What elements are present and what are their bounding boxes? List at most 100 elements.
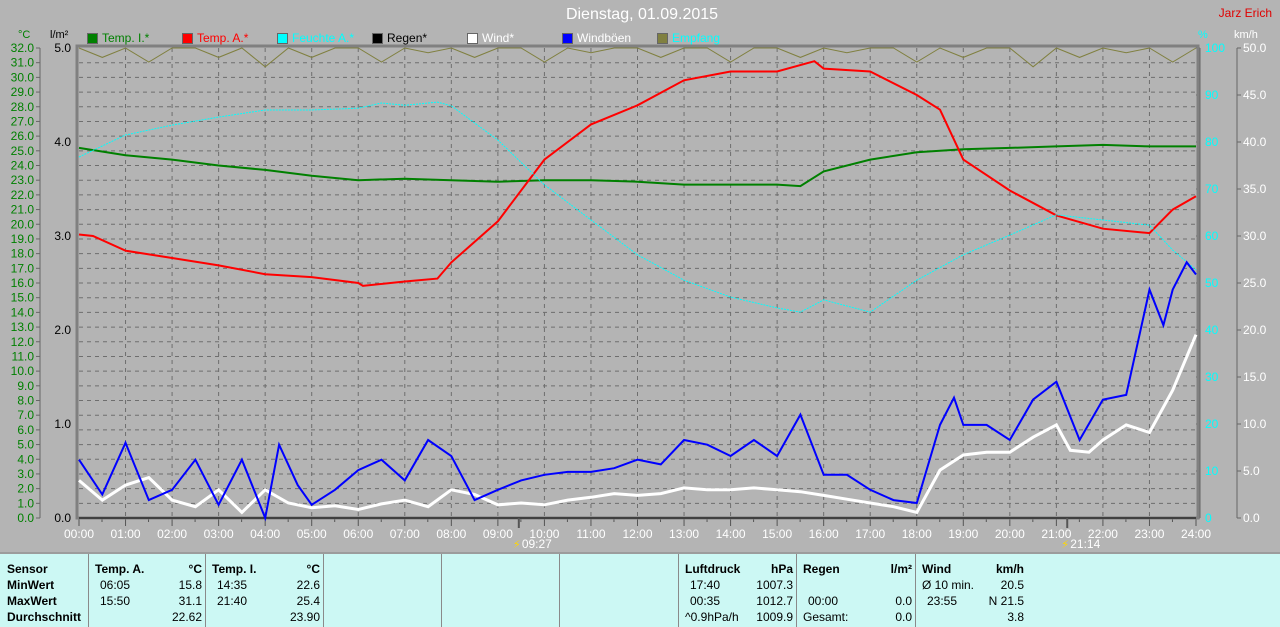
weather-chart: 00:00 01:00 02:00 03:00 04:00 05:00 06:00 07:00… <box>11 29 1267 551</box>
wind-tick-label: 20.0 <box>1243 323 1267 337</box>
rain-total-label: Gesamt: <box>803 610 849 624</box>
x-tick-label: 11:00 <box>576 527 605 541</box>
x-tick-label: 08:00 <box>436 527 466 541</box>
wind-tick-label: 10.0 <box>1243 417 1267 431</box>
temp-tick-label: 0.0 <box>17 511 34 525</box>
hum-tick-label: 50 <box>1205 276 1219 290</box>
rain-tick-label: 3.0 <box>54 229 71 243</box>
temp-a-column: Temp. A. °C 06:05 15.8 15:50 31.1 22.62 <box>88 554 206 627</box>
temp-tick-label: 16.0 <box>11 276 35 290</box>
empty-column <box>441 554 560 627</box>
temp-tick-label: 6.0 <box>17 423 34 437</box>
temp-i-avg: 23.90 <box>289 610 320 624</box>
x-tick-label: 05:00 <box>297 527 327 541</box>
wind-column: Wind km/h Ø 10 min. 20.5 23:55 N 21.5 3.… <box>915 554 1028 627</box>
pressure-column: Luftdruck hPa 17:40 1007.3 00:35 1012.7 … <box>678 554 797 627</box>
temp-i-column: Temp. I. °C 14:35 22.6 21:40 25.4 23.90 <box>205 554 324 627</box>
temp-tick-label: 21.0 <box>11 203 35 217</box>
wind-max-time: 23:55 <box>927 594 958 608</box>
rain-header: Regen <box>803 562 840 576</box>
temp-tick-label: 5.0 <box>17 438 34 452</box>
legend-item: Temp. I.* <box>87 31 149 45</box>
temp-tick-label: 29.0 <box>11 85 35 99</box>
hum-tick-label: 40 <box>1205 323 1219 337</box>
temp-tick-label: 15.0 <box>11 291 35 305</box>
x-tick-label: 00:00 <box>64 527 94 541</box>
rain-tick-label: 5.0 <box>54 41 71 55</box>
wind-tick-label: 0.0 <box>1243 511 1260 525</box>
legend-swatch <box>87 32 98 44</box>
wind-tick-label: 35.0 <box>1243 182 1267 196</box>
temp-a-avg: 22.62 <box>171 610 202 624</box>
temp-tick-label: 13.0 <box>11 320 35 334</box>
temp-tick-label: 28.0 <box>11 100 35 114</box>
x-tick-label: 15:00 <box>762 527 792 541</box>
temp-tick-label: 20.0 <box>11 217 35 231</box>
temp-tick-label: 32.0 <box>11 41 35 55</box>
temp-tick-label: 7.0 <box>17 408 34 422</box>
x-tick-label: 02:00 <box>157 527 187 541</box>
temp-tick-label: 1.0 <box>17 496 34 510</box>
x-tick-label: 16:00 <box>809 527 839 541</box>
temp-tick-label: 27.0 <box>11 114 35 128</box>
x-tick-label: 23:00 <box>1134 527 1164 541</box>
x-tick-label: 04:00 <box>250 527 280 541</box>
temp-tick-label: 10.0 <box>11 364 35 378</box>
temp-tick-label: 14.0 <box>11 305 35 319</box>
x-tick-label: 20:00 <box>995 527 1025 541</box>
pressure-max-time: 00:35 <box>690 594 721 608</box>
wind-tick-label: 45.0 <box>1243 88 1267 102</box>
wind-tick-label: 40.0 <box>1243 135 1267 149</box>
wind-avg: 20.5 <box>1000 578 1024 592</box>
temp-tick-label: 18.0 <box>11 247 35 261</box>
temp-i-unit: °C <box>306 562 320 576</box>
legend-label: Temp. I.* <box>102 31 150 45</box>
hum-tick-label: 30 <box>1205 370 1219 384</box>
legend-swatch <box>277 32 288 44</box>
author-name: Jarz Erich <box>1218 6 1272 20</box>
x-tick-label: 17:00 <box>855 527 885 541</box>
x-tick-label: 09:00 <box>483 527 513 541</box>
sunset-icon: ⚡ <box>1061 538 1069 551</box>
temp-a-max: 31.1 <box>178 594 202 608</box>
temp-tick-label: 31.0 <box>11 56 35 70</box>
x-tick-label: 24:00 <box>1181 527 1211 541</box>
hum-tick-label: 80 <box>1205 135 1219 149</box>
stats-table: Sensor MinWert MaxWert Durchschnitt Temp… <box>0 552 1280 627</box>
chart-title: Dienstag, 01.09.2015 <box>565 6 719 23</box>
legend-item: Wind* <box>467 31 514 45</box>
legend-item: Regen* <box>372 31 427 45</box>
wind-tick-label: 50.0 <box>1243 41 1267 55</box>
legend-label: Windböen <box>577 31 632 45</box>
wind-max: N 21.5 <box>988 594 1024 608</box>
temp-a-max-time: 15:50 <box>100 594 131 608</box>
hum-tick-label: 90 <box>1205 88 1219 102</box>
legend-swatch <box>467 32 478 44</box>
x-tick-label: 14:00 <box>716 527 746 541</box>
row-label-avg: Durchschnitt <box>7 610 82 624</box>
legend-swatch <box>182 32 193 44</box>
row-label-max: MaxWert <box>7 594 57 608</box>
rain-time: 00:00 <box>808 594 839 608</box>
legend-label: Wind* <box>482 31 515 45</box>
series-line-windben <box>78 260 1197 522</box>
sunset-time: 21:14 <box>1070 537 1100 551</box>
wind-tick-label: 15.0 <box>1243 370 1267 384</box>
temp-a-min-time: 06:05 <box>100 578 131 592</box>
legend-item: Feuchte A.* <box>277 31 354 45</box>
rain-unit: l/m² <box>890 562 912 576</box>
temp-a-min: 15.8 <box>178 578 202 592</box>
legend-label: Empfang <box>672 31 721 45</box>
sensor-column: Sensor MinWert MaxWert Durchschnitt <box>0 554 88 627</box>
temp-i-header: Temp. I. <box>212 562 257 576</box>
x-tick-label: 18:00 <box>902 527 932 541</box>
temp-a-header: Temp. A. <box>95 562 145 576</box>
series-line-tempa <box>78 60 1197 287</box>
empty-column <box>559 554 679 627</box>
pressure-trend: ^0.9hPa/h <box>685 610 739 624</box>
temp-tick-label: 11.0 <box>12 349 35 363</box>
legend-item: Windböen <box>562 31 631 45</box>
hum-unit: % <box>1198 29 1208 41</box>
hum-tick-label: 10 <box>1205 464 1219 478</box>
sunrise-time: 09:27 <box>522 537 552 551</box>
